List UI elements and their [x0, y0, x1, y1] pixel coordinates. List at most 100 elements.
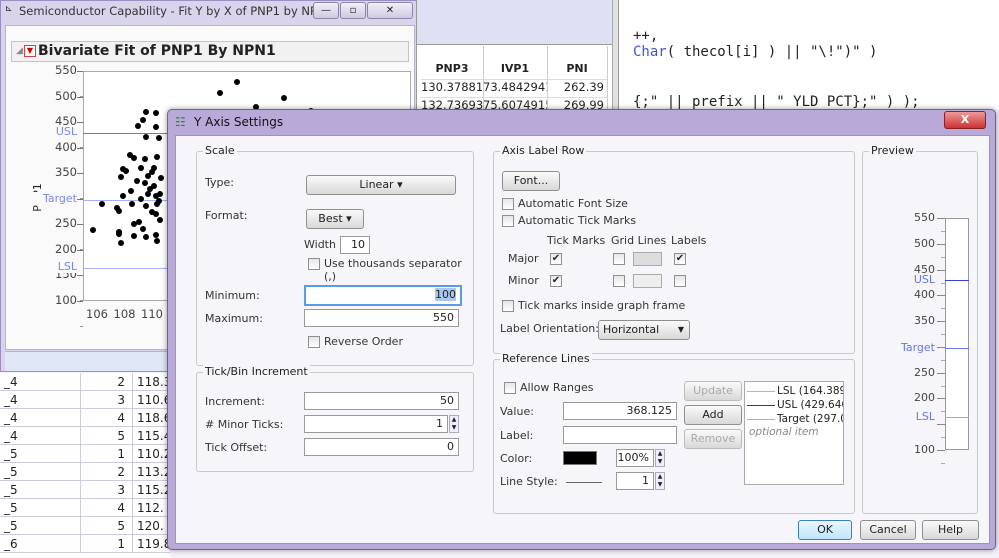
minor-ticks-input[interactable]: 1	[304, 415, 448, 433]
format-dropdown[interactable]: Best ▾	[306, 209, 364, 229]
minor-ticks-spinner[interactable]: ▲ ▼	[449, 415, 459, 433]
remove-button[interactable]: Remove	[684, 429, 742, 449]
data-point	[130, 154, 137, 161]
table-row[interactable]: _5 3 115.2	[0, 481, 171, 499]
type-dropdown[interactable]: Linear ▾	[306, 175, 456, 195]
table-row[interactable]: _4 2 118.3	[0, 373, 171, 391]
table-row[interactable]: _5 4 112.	[0, 499, 170, 517]
maximize-button[interactable]: ▫	[340, 2, 366, 19]
table-row[interactable]: _6 1 119.8	[0, 535, 171, 553]
item-text: Target (297.0	[777, 413, 844, 425]
table-row[interactable]: _5 2 113.2	[0, 463, 171, 481]
auto-font-size-checkbox[interactable]	[502, 198, 514, 210]
line-width-input[interactable]: 1	[616, 472, 654, 490]
increment-input[interactable]: 50	[304, 392, 459, 410]
column-divider	[80, 373, 81, 391]
type-label: Type:	[205, 176, 234, 189]
row-index: 3	[117, 483, 125, 497]
column-divider	[132, 373, 133, 391]
thousands-separator-checkbox[interactable]	[308, 258, 320, 270]
column-divider	[132, 463, 133, 481]
ref-value-input[interactable]: 368.125	[563, 402, 677, 420]
major-grid-color[interactable]	[633, 252, 662, 266]
table-row[interactable]: _4 3 110.6	[0, 391, 171, 409]
reverse-order-checkbox[interactable]	[308, 336, 320, 348]
minor-grid-color[interactable]	[633, 274, 662, 288]
reference-line-item[interactable]: USL (429.646	[747, 399, 843, 411]
minor-grid-checkbox[interactable]	[613, 275, 625, 287]
preview-tick-label: 500	[914, 236, 935, 250]
optional-item[interactable]: optional item	[749, 426, 819, 438]
label-orientation-dropdown[interactable]: Horizontal ▼	[598, 320, 690, 340]
script-editor[interactable]: ++, Char( thecol[i] ) || "\!")" ) {;" ||…	[618, 0, 999, 110]
opacity-spinner[interactable]: ▲ ▼	[655, 449, 665, 467]
data-point	[130, 232, 137, 239]
data-point	[152, 231, 159, 238]
add-button[interactable]: Add	[684, 405, 742, 425]
allow-ranges-checkbox[interactable]	[504, 382, 516, 394]
y-tick-mark	[77, 96, 83, 98]
tick-offset-input[interactable]: 0	[304, 438, 459, 456]
line-width-spinner[interactable]: ▲ ▼	[655, 472, 665, 490]
minimum-input[interactable]: 100	[304, 285, 462, 306]
column-header[interactable]: PNI	[547, 62, 607, 75]
tick-inside-checkbox[interactable]	[502, 300, 514, 312]
table-row[interactable]: _5 5 120.	[0, 517, 170, 535]
data-point	[119, 193, 126, 200]
y-tick-mark	[77, 249, 83, 251]
update-button[interactable]: Update	[684, 381, 742, 401]
y-tick-mark	[77, 224, 83, 226]
table-cell[interactable]: 73.4842941	[483, 79, 547, 94]
line-style-sample[interactable]	[566, 482, 602, 483]
y-minor-tick	[80, 326, 83, 327]
group-label: Tick/Bin Increment	[203, 365, 310, 378]
reference-line-list[interactable]: LSL (164.389 USL (429.646 Target (297.0 op…	[744, 381, 844, 485]
major-grid-checkbox[interactable]	[613, 253, 625, 265]
color-swatch[interactable]	[563, 451, 597, 465]
outline-header[interactable]: ◢ ▼ Bivariate Fit of PNP1 By NPN1	[11, 41, 409, 62]
minimize-button[interactable]: —	[313, 2, 339, 19]
dialog-close-button[interactable]: X	[944, 111, 986, 129]
red-triangle-menu-icon[interactable]: ▼	[24, 45, 36, 57]
width-input[interactable]: 10	[340, 236, 370, 254]
column-divider	[80, 463, 81, 481]
row-index: 5	[117, 429, 125, 443]
code-line: Char( thecol[i] ) || "\!")" )	[633, 44, 877, 60]
preview-usl-label: USL	[913, 273, 935, 287]
table-cell[interactable]: 262.39	[547, 79, 607, 94]
close-window-button[interactable]: ✕	[367, 2, 413, 19]
reference-line-item[interactable]: LSL (164.389	[747, 385, 843, 397]
help-button[interactable]: Help	[922, 520, 979, 540]
group-label: Preview	[869, 144, 916, 157]
data-point	[115, 229, 122, 235]
table-row[interactable]: _5 1 110.2	[0, 445, 171, 463]
maximum-input[interactable]: 550	[304, 309, 459, 327]
row-index: 5	[117, 519, 125, 533]
reference-line-item[interactable]: Target (297.0	[747, 413, 844, 425]
table-row[interactable]: _4 4 118.6	[0, 409, 171, 427]
ok-button[interactable]: OK	[798, 520, 852, 540]
auto-tick-marks-checkbox[interactable]	[502, 215, 514, 227]
column-divider	[80, 481, 81, 499]
opacity-input[interactable]: 100%	[616, 449, 654, 467]
column-divider	[132, 391, 133, 409]
major-tick-checkbox[interactable]: ✔	[550, 253, 562, 265]
y-tick-mark	[77, 301, 83, 302]
minor-tick-checkbox[interactable]: ✔	[550, 275, 562, 287]
ref-label-input[interactable]	[563, 426, 677, 444]
reference-line-label: USL	[21, 124, 77, 138]
y-tick-label: 350	[55, 165, 77, 180]
preview-tick-label: 550	[914, 211, 935, 224]
group-label: Axis Label Row	[500, 144, 587, 157]
column-header[interactable]: IVP1	[483, 62, 547, 75]
major-labels-checkbox[interactable]: ✔	[674, 253, 686, 265]
column-divider	[80, 445, 81, 463]
disclosure-icon[interactable]: ◢	[16, 42, 23, 61]
font-button[interactable]: Font...	[502, 171, 560, 191]
column-header[interactable]: PNP3	[421, 62, 483, 75]
minor-labels-checkbox[interactable]	[674, 275, 686, 287]
table-row[interactable]: _4 5 115.4	[0, 427, 171, 445]
cancel-button[interactable]: Cancel	[860, 520, 916, 540]
reverse-order-label: Reverse Order	[324, 335, 403, 348]
table-cell[interactable]: 130.37881	[421, 79, 483, 94]
